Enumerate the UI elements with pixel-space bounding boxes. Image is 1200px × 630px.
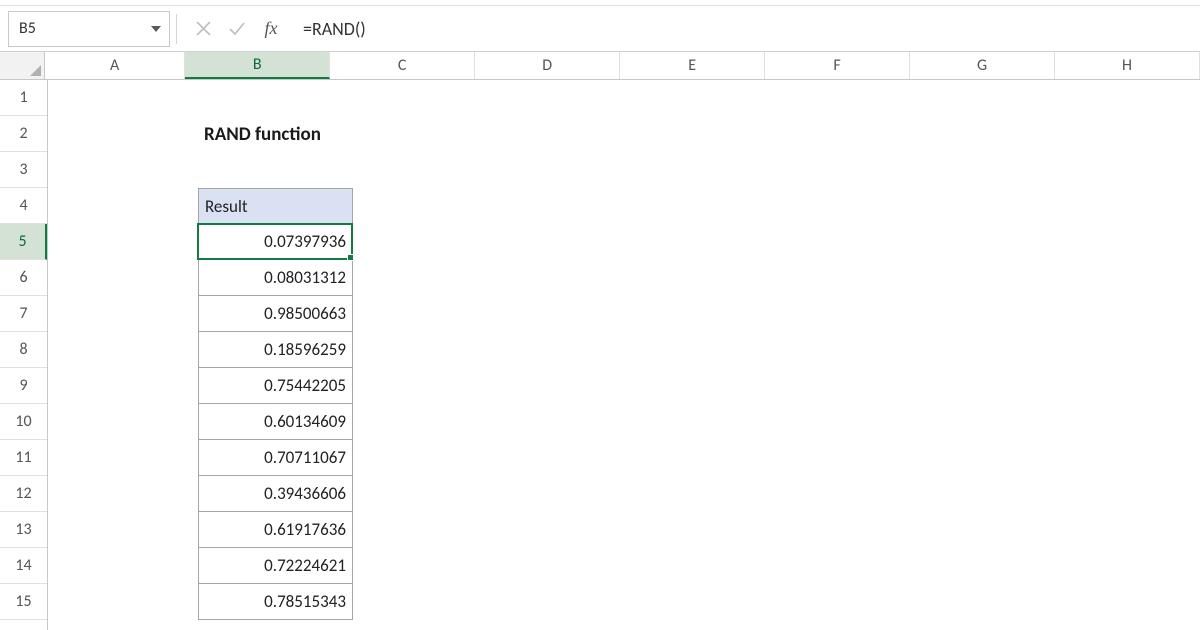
column-header-G[interactable]: G [910, 52, 1055, 79]
name-box-dropdown-icon[interactable] [143, 26, 169, 32]
column-header-H[interactable]: H [1055, 52, 1200, 79]
row-header-2[interactable]: 2 [0, 116, 47, 152]
column-header-A[interactable]: A [45, 52, 185, 79]
divider [176, 14, 177, 44]
table-row[interactable]: 0.18596259 [198, 332, 353, 368]
row-header-5[interactable]: 5 [0, 224, 47, 260]
row-header-1[interactable]: 1 [0, 80, 47, 116]
title-cell[interactable]: RAND function [198, 116, 498, 152]
formula-input[interactable]: =RAND() [291, 10, 1192, 47]
fx-icon: fx [265, 18, 278, 39]
row-header-11[interactable]: 11 [0, 440, 47, 476]
table-row[interactable]: 0.07397936 [198, 224, 353, 260]
cancel-formula-button[interactable] [187, 13, 219, 45]
formula-bar: B5 fx =RAND() [0, 6, 1200, 52]
table-row[interactable]: 0.70711067 [198, 440, 353, 476]
formula-buttons: fx [183, 13, 291, 45]
column-headers: ABCDEFGH [0, 52, 1200, 80]
name-box[interactable]: B5 [8, 11, 170, 47]
row-header-13[interactable]: 13 [0, 512, 47, 548]
name-box-value: B5 [9, 19, 143, 38]
column-header-C[interactable]: C [330, 52, 475, 79]
table-row[interactable]: 0.72224621 [198, 548, 353, 584]
table-row[interactable]: 0.98500663 [198, 296, 353, 332]
column-header-D[interactable]: D [475, 52, 620, 79]
column-header-E[interactable]: E [620, 52, 765, 79]
row-header-10[interactable]: 10 [0, 404, 47, 440]
row-header-8[interactable]: 8 [0, 332, 47, 368]
column-header-F[interactable]: F [765, 52, 910, 79]
table-header-cell[interactable]: Result [198, 188, 353, 224]
row-header-3[interactable]: 3 [0, 152, 47, 188]
row-header-15[interactable]: 15 [0, 584, 47, 620]
row-header-4[interactable]: 4 [0, 188, 47, 224]
table-row[interactable]: 0.39436606 [198, 476, 353, 512]
row-header-6[interactable]: 6 [0, 260, 47, 296]
row-header-12[interactable]: 12 [0, 476, 47, 512]
table-row[interactable]: 0.60134609 [198, 404, 353, 440]
row-header-14[interactable]: 14 [0, 548, 47, 584]
column-header-B[interactable]: B [185, 52, 330, 79]
table-row[interactable]: 0.78515343 [198, 584, 353, 620]
select-all-corner[interactable] [0, 52, 45, 79]
table-row[interactable]: 0.08031312 [198, 260, 353, 296]
insert-function-button[interactable]: fx [255, 13, 287, 45]
table-row[interactable]: 0.75442205 [198, 368, 353, 404]
row-headers: 123456789101112131415 [0, 80, 48, 630]
enter-formula-button[interactable] [221, 13, 253, 45]
row-header-7[interactable]: 7 [0, 296, 47, 332]
row-header-9[interactable]: 9 [0, 368, 47, 404]
cells-grid[interactable]: RAND function Result 0.07397936 0.080313… [48, 80, 1200, 630]
table-row[interactable]: 0.61917636 [198, 512, 353, 548]
